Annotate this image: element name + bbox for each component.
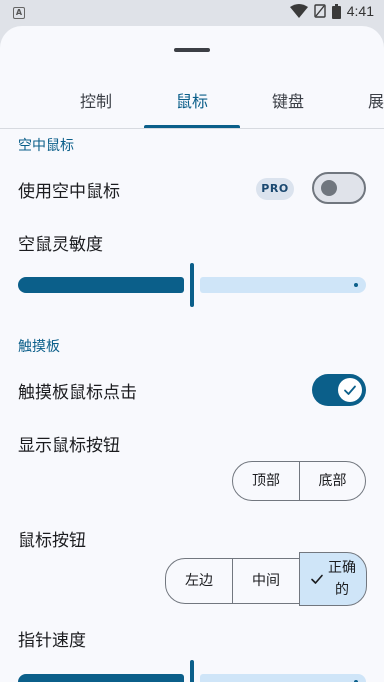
check-icon — [344, 385, 356, 395]
touchpad-click-switch[interactable] — [312, 374, 366, 406]
slider-stop-dot — [354, 283, 358, 287]
pointer-speed-label: 指针速度 — [18, 631, 86, 651]
tabs-divider — [0, 128, 384, 129]
tab-control[interactable]: 控制 — [48, 82, 144, 128]
segment-bottom[interactable]: 底部 — [299, 461, 366, 501]
use-air-mouse-label: 使用空中鼠标 — [18, 182, 120, 202]
switch-thumb — [321, 180, 337, 196]
segment-label: 顶部 — [252, 473, 280, 489]
clock-time: 4:41 — [346, 3, 374, 19]
segment-label: 底部 — [318, 473, 347, 489]
tab-extension[interactable]: 展 — [336, 82, 384, 128]
segment-label: 正确 的 — [328, 560, 356, 598]
segment-left[interactable]: 左边 — [165, 558, 233, 604]
sensitivity-slider[interactable] — [18, 263, 366, 307]
switch-thumb — [338, 378, 362, 402]
section-title-air-mouse: 空中鼠标 — [18, 138, 74, 154]
slider-inactive-track — [200, 277, 366, 293]
slider-active-track — [18, 674, 184, 682]
wifi-icon — [289, 4, 308, 18]
status-bar: A 4:41 — [0, 0, 384, 26]
touchpad-click-label: 触摸板鼠标点击 — [18, 383, 137, 403]
slider-active-track — [18, 277, 184, 293]
slider-inactive-track — [200, 674, 366, 682]
sensitivity-label: 空鼠灵敏度 — [18, 235, 103, 255]
segment-right[interactable]: 正确 的 — [299, 552, 367, 606]
battery-icon — [331, 3, 341, 19]
mouse-button-label: 鼠标按钮 — [18, 531, 86, 551]
slider-handle[interactable] — [190, 263, 194, 307]
segment-label: 中间 — [252, 573, 280, 589]
segment-top[interactable]: 顶部 — [232, 461, 300, 501]
segment-middle[interactable]: 中间 — [232, 558, 300, 604]
drag-handle[interactable] — [174, 48, 210, 52]
tab-bar: 控制 鼠标 键盘 展 — [0, 82, 384, 128]
segment-label: 左边 — [185, 573, 213, 589]
section-title-touchpad: 触摸板 — [18, 339, 60, 355]
show-buttons-segmented: 顶部 底部 — [232, 461, 366, 501]
pro-badge: PRO — [256, 178, 294, 200]
tab-keyboard[interactable]: 键盘 — [240, 82, 336, 128]
slider-handle[interactable] — [190, 660, 194, 682]
check-icon — [311, 574, 323, 584]
pointer-speed-slider[interactable] — [18, 660, 366, 682]
air-mouse-switch[interactable] — [312, 172, 366, 204]
app-notification-icon: A — [13, 7, 25, 19]
sim-icon — [314, 4, 326, 18]
status-icons: 4:41 — [289, 3, 374, 19]
tab-mouse[interactable]: 鼠标 — [144, 82, 240, 128]
show-buttons-label: 显示鼠标按钮 — [18, 436, 120, 456]
bottom-sheet: 控制 鼠标 键盘 展 空中鼠标 使用空中鼠标 PRO 空鼠灵敏度 触摸板 触摸板… — [0, 26, 384, 682]
mouse-button-segmented: 左边 中间 正确 的 — [165, 552, 367, 606]
